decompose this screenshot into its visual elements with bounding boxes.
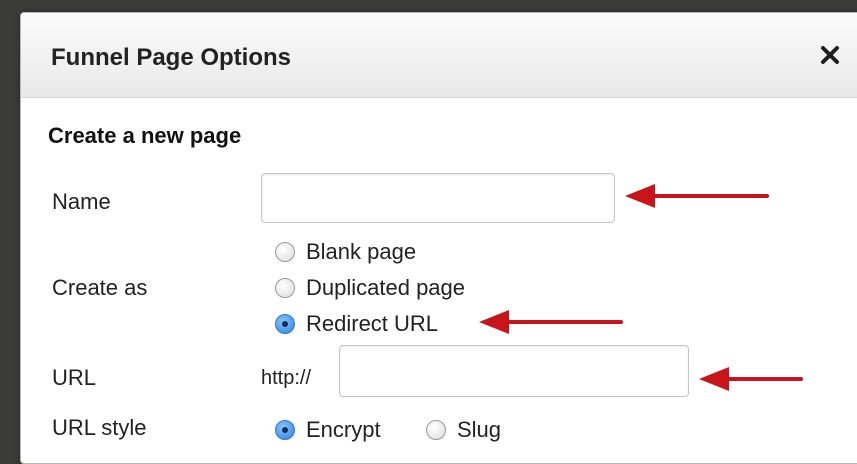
url-label: URL	[52, 365, 97, 390]
name-label: Name	[52, 189, 111, 214]
radio-label-slug: Slug	[457, 417, 502, 442]
annotation-arrow-icon	[699, 367, 803, 391]
radio-duplicated-page[interactable]: Duplicated page	[275, 275, 465, 301]
radio-label-blank-page: Blank page	[306, 239, 417, 264]
dialog-titlebar: Funnel Page Options	[21, 13, 857, 98]
radio-label-duplicated-page: Duplicated page	[306, 275, 466, 300]
url-input[interactable]	[339, 345, 689, 397]
radio-label-redirect-url: Redirect URL	[306, 311, 439, 336]
radio-button[interactable]	[426, 420, 446, 440]
radio-button-selected[interactable]	[275, 314, 295, 334]
radio-slug[interactable]: Slug	[426, 417, 501, 443]
radio-encrypt[interactable]: Encrypt	[275, 417, 381, 443]
section-heading: Create a new page	[48, 123, 242, 148]
radio-button[interactable]	[275, 278, 295, 298]
radio-blank-page[interactable]: Blank page	[275, 239, 416, 265]
radio-button[interactable]	[275, 242, 295, 262]
annotation-arrow-icon	[479, 310, 623, 334]
create-as-label: Create as	[52, 275, 148, 300]
radio-label-encrypt: Encrypt	[306, 417, 381, 442]
url-prefix: http://	[261, 367, 312, 389]
name-input[interactable]	[261, 173, 615, 223]
radio-button-selected[interactable]	[275, 420, 295, 440]
dialog-title: Funnel Page Options	[51, 44, 292, 71]
funnel-page-options-dialog: Funnel Page Options Create a new page Na…	[20, 12, 857, 464]
url-style-label: URL style	[52, 415, 147, 440]
radio-redirect-url[interactable]: Redirect URL	[275, 311, 438, 337]
close-icon[interactable]	[818, 43, 842, 67]
annotation-arrow-icon	[625, 184, 769, 208]
